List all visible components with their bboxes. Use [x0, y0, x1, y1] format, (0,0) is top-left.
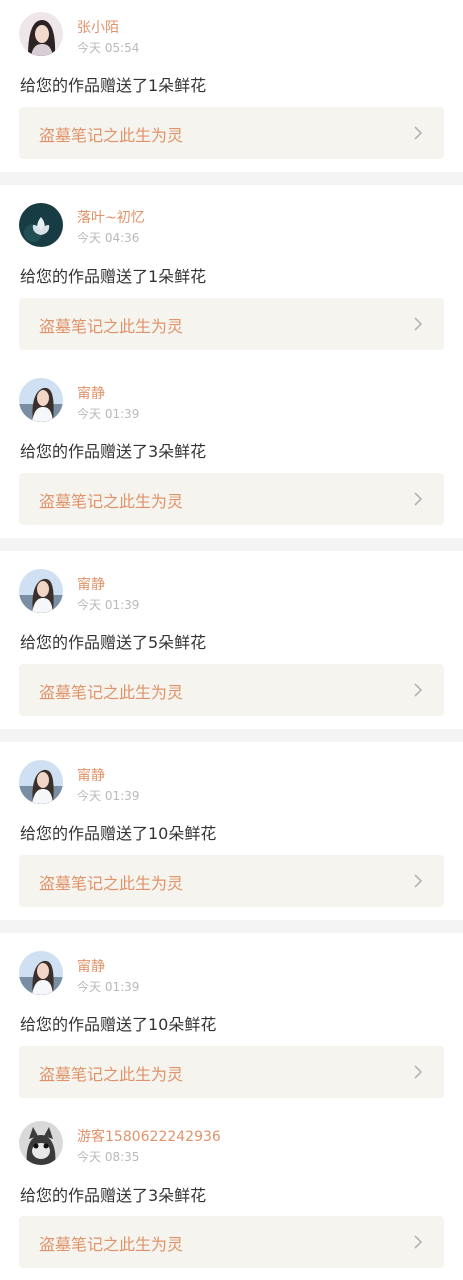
avatar[interactable] — [19, 12, 63, 56]
book-link[interactable]: 盗墓笔记之此生为灵 — [19, 1046, 444, 1098]
avatar[interactable] — [19, 760, 63, 804]
avatar[interactable] — [19, 203, 63, 247]
gift-item: 游客1580622242936 今天 08:35 给您的作品赠送了3朵鲜花 盗墓… — [0, 1105, 463, 1280]
book-link[interactable]: 盗墓笔记之此生为灵 — [19, 107, 444, 159]
avatar-girl-blue-icon — [19, 569, 63, 613]
timestamp: 今天 01:39 — [77, 789, 140, 803]
gift-item: 甯静 今天 01:39 给您的作品赠送了3朵鲜花 盗墓笔记之此生为灵 — [0, 360, 463, 538]
chevron-right-icon — [408, 314, 428, 334]
gift-message: 给您的作品赠送了1朵鲜花 — [20, 76, 207, 95]
gift-message: 给您的作品赠送了3朵鲜花 — [20, 442, 207, 461]
book-title: 盗墓笔记之此生为灵 — [39, 492, 184, 511]
avatar-girl-blue-icon — [19, 378, 63, 422]
book-title: 盗墓笔记之此生为灵 — [39, 1065, 184, 1084]
timestamp: 今天 01:39 — [77, 407, 140, 421]
avatar-girl-blue-icon — [19, 951, 63, 995]
gift-message: 给您的作品赠送了1朵鲜花 — [20, 267, 207, 286]
avatar[interactable] — [19, 378, 63, 422]
timestamp: 今天 01:39 — [77, 980, 140, 994]
timestamp: 今天 01:39 — [77, 598, 140, 612]
avatar[interactable] — [19, 569, 63, 613]
gift-item: 张小陌 今天 05:54 给您的作品赠送了1朵鲜花 盗墓笔记之此生为灵 — [0, 0, 463, 172]
username[interactable]: 落叶~初忆 — [77, 207, 145, 227]
chevron-right-icon — [408, 680, 428, 700]
username[interactable]: 甯静 — [77, 383, 105, 403]
username[interactable]: 甯静 — [77, 765, 105, 785]
avatar-cat-icon — [19, 1121, 63, 1165]
avatar-girl-icon — [19, 12, 63, 56]
book-link[interactable]: 盗墓笔记之此生为灵 — [19, 298, 444, 350]
timestamp: 今天 04:36 — [77, 231, 140, 245]
book-title: 盗墓笔记之此生为灵 — [39, 1235, 184, 1254]
gift-item: 甯静 今天 01:39 给您的作品赠送了5朵鲜花 盗墓笔记之此生为灵 — [0, 551, 463, 729]
chevron-right-icon — [408, 871, 428, 891]
book-title: 盗墓笔记之此生为灵 — [39, 126, 184, 145]
chevron-right-icon — [408, 489, 428, 509]
book-link[interactable]: 盗墓笔记之此生为灵 — [19, 664, 444, 716]
username[interactable]: 张小陌 — [77, 17, 119, 37]
gift-item: 甯静 今天 01:39 给您的作品赠送了10朵鲜花 盗墓笔记之此生为灵 — [0, 933, 463, 1105]
gift-item: 甯静 今天 01:39 给您的作品赠送了10朵鲜花 盗墓笔记之此生为灵 — [0, 742, 463, 920]
avatar-lotus-icon — [19, 203, 63, 247]
username[interactable]: 甯静 — [77, 956, 105, 976]
timestamp: 今天 05:54 — [77, 41, 140, 55]
gift-message: 给您的作品赠送了10朵鲜花 — [20, 1015, 217, 1034]
book-link[interactable]: 盗墓笔记之此生为灵 — [19, 473, 444, 525]
chevron-right-icon — [408, 123, 428, 143]
gift-message: 给您的作品赠送了3朵鲜花 — [20, 1186, 207, 1205]
username[interactable]: 甯静 — [77, 574, 105, 594]
chevron-right-icon — [408, 1232, 428, 1252]
avatar-girl-blue-icon — [19, 760, 63, 804]
gift-message: 给您的作品赠送了10朵鲜花 — [20, 824, 217, 843]
gift-feed: 张小陌 今天 05:54 给您的作品赠送了1朵鲜花 盗墓笔记之此生为灵 落叶~初… — [0, 0, 463, 1280]
gift-item: 落叶~初忆 今天 04:36 给您的作品赠送了1朵鲜花 盗墓笔记之此生为灵 — [0, 185, 463, 360]
avatar[interactable] — [19, 951, 63, 995]
book-link[interactable]: 盗墓笔记之此生为灵 — [19, 1216, 444, 1268]
username[interactable]: 游客1580622242936 — [77, 1126, 221, 1146]
gift-message: 给您的作品赠送了5朵鲜花 — [20, 633, 207, 652]
book-title: 盗墓笔记之此生为灵 — [39, 683, 184, 702]
book-link[interactable]: 盗墓笔记之此生为灵 — [19, 855, 444, 907]
book-title: 盗墓笔记之此生为灵 — [39, 874, 184, 893]
timestamp: 今天 08:35 — [77, 1150, 140, 1164]
chevron-right-icon — [408, 1062, 428, 1082]
avatar[interactable] — [19, 1121, 63, 1165]
book-title: 盗墓笔记之此生为灵 — [39, 317, 184, 336]
